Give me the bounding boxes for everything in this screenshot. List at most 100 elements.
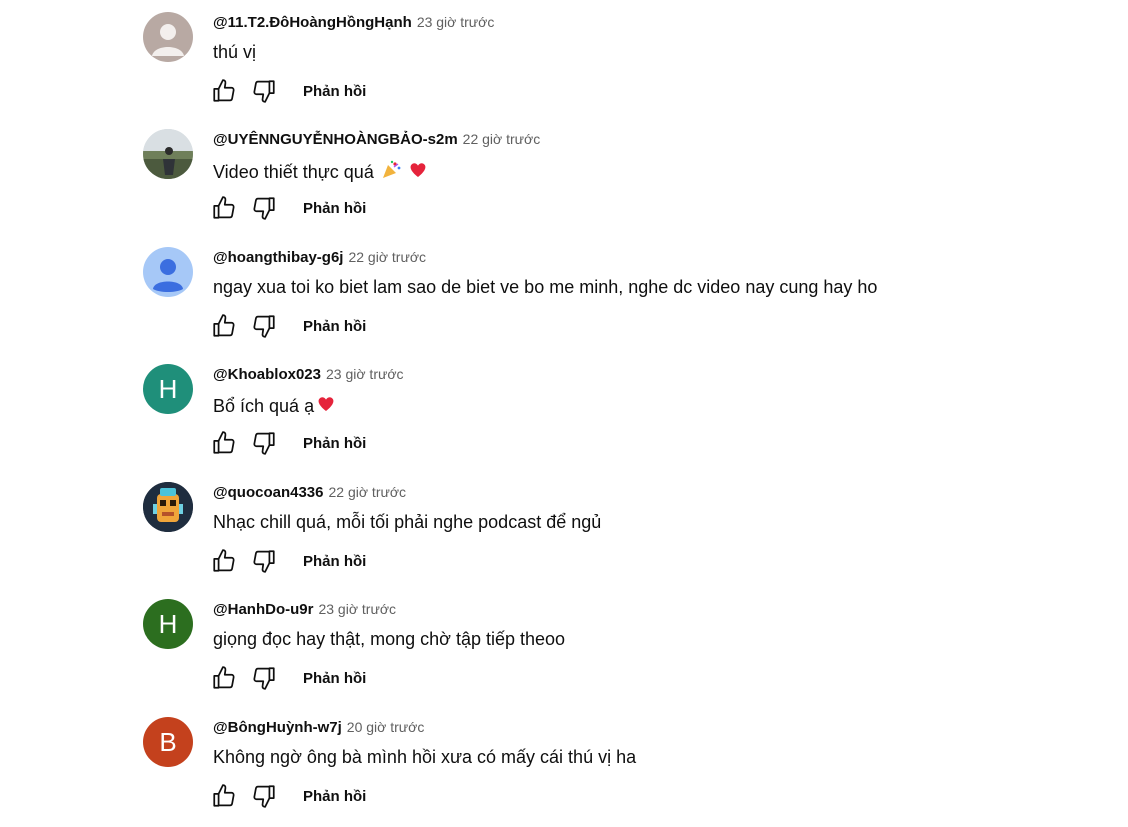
comment-body: thú vị <box>213 42 257 62</box>
like-button[interactable] <box>211 313 237 339</box>
person-icon <box>153 259 183 292</box>
thumbs-up-icon <box>213 196 235 219</box>
comment-body: Bổ ích quá ạ <box>213 396 315 416</box>
party-popper-icon <box>380 159 402 186</box>
comment-author[interactable]: @BôngHuỳnh-w7j <box>213 719 342 736</box>
avatar-letter: H <box>158 373 178 404</box>
reply-button[interactable]: Phản hồi <box>297 551 372 572</box>
comment-text: thú vị <box>213 42 256 63</box>
reply-button[interactable]: Phản hồi <box>297 198 372 219</box>
thumbs-down-icon <box>253 315 275 338</box>
comment-time[interactable]: 23 giờ trước <box>417 14 495 30</box>
avatar[interactable]: B <box>143 717 193 767</box>
person-icon <box>152 24 184 56</box>
dislike-button[interactable] <box>251 430 277 456</box>
avatar[interactable]: H <box>143 599 193 649</box>
comment-actions: Phản hồi <box>211 548 372 574</box>
comment-header: @hoangthibay-g6j 22 giờ trước <box>213 249 426 266</box>
comment-item: @UYÊNNGUYỄNHOÀNGBẢO-s2m 22 giờ trước Vid… <box>143 129 1043 239</box>
comment-actions: Phản hồi <box>211 665 372 691</box>
reply-button[interactable]: Phản hồi <box>297 668 372 689</box>
like-button[interactable] <box>211 78 237 104</box>
dislike-button[interactable] <box>251 195 277 221</box>
comment-header: @11.T2.ĐôHoàngHồngHạnh 23 giờ trước <box>213 14 494 31</box>
reply-button[interactable]: Phản hồi <box>297 786 372 807</box>
thumbs-down-icon <box>253 80 275 103</box>
comment-time[interactable]: 22 giờ trước <box>463 131 541 147</box>
dislike-button[interactable] <box>251 665 277 691</box>
avatar[interactable]: H <box>143 364 193 414</box>
like-button[interactable] <box>211 430 237 456</box>
dislike-button[interactable] <box>251 548 277 574</box>
thumbs-down-icon <box>253 667 275 690</box>
like-button[interactable] <box>211 665 237 691</box>
heart-icon <box>316 394 336 419</box>
thumbs-up-icon <box>213 666 235 689</box>
comment-author[interactable]: @11.T2.ĐôHoàngHồngHạnh <box>213 14 412 31</box>
comment-author[interactable]: @UYÊNNGUYỄNHOÀNGBẢO-s2m <box>213 131 458 148</box>
comment-text: Video thiết thực quá <box>213 159 428 186</box>
comment-header: @quocoan4336 22 giờ trước <box>213 484 406 501</box>
avatar[interactable] <box>143 247 193 297</box>
comment-text: ngay xua toi ko biet lam sao de biet ve … <box>213 277 877 298</box>
comment-header: @Khoablox023 23 giờ trước <box>213 366 404 383</box>
comment-time[interactable]: 22 giờ trước <box>348 249 426 265</box>
avatar-letter: H <box>158 608 178 639</box>
comment-item: @quocoan4336 22 giờ trước Nhạc chill quá… <box>143 482 1043 592</box>
comment-header: @HanhDo-u9r 23 giờ trước <box>213 601 396 618</box>
profile-photo <box>143 129 193 179</box>
comment-author[interactable]: @quocoan4336 <box>213 484 324 501</box>
thumbs-down-icon <box>253 550 275 573</box>
comment-time[interactable]: 23 giờ trước <box>326 366 404 382</box>
thumbs-up-icon <box>213 431 235 454</box>
comment-item: H @Khoablox023 23 giờ trước Bổ ích quá ạ… <box>143 364 1043 474</box>
comment-actions: Phản hồi <box>211 783 372 809</box>
avatar[interactable] <box>143 129 193 179</box>
comment-body: giọng đọc hay thật, mong chờ tập tiếp th… <box>213 629 566 649</box>
comment-actions: Phản hồi <box>211 430 372 456</box>
dislike-button[interactable] <box>251 783 277 809</box>
comment-item: @11.T2.ĐôHoàngHồngHạnh 23 giờ trước thú … <box>143 12 1043 122</box>
comment-author[interactable]: @hoangthibay-g6j <box>213 249 343 266</box>
reply-button[interactable]: Phản hồi <box>297 433 372 454</box>
reply-button[interactable]: Phản hồi <box>297 316 372 337</box>
comment-item: H @HanhDo-u9r 23 giờ trước giọng đọc hay… <box>143 599 1043 709</box>
game-character-avatar <box>143 482 193 532</box>
comment-item: B @BôngHuỳnh-w7j 20 giờ trước Không ngờ … <box>143 717 1043 827</box>
like-button[interactable] <box>211 195 237 221</box>
comment-author[interactable]: @Khoablox023 <box>213 366 321 383</box>
like-button[interactable] <box>211 783 237 809</box>
dislike-button[interactable] <box>251 313 277 339</box>
comment-text: giọng đọc hay thật, mong chờ tập tiếp th… <box>213 629 565 650</box>
avatar[interactable] <box>143 12 193 62</box>
comment-time[interactable]: 20 giờ trước <box>347 719 425 735</box>
thumbs-down-icon <box>253 432 275 455</box>
comment-text: Bổ ích quá ạ <box>213 394 336 419</box>
comment-header: @BôngHuỳnh-w7j 20 giờ trước <box>213 719 424 736</box>
comment-text: Nhạc chill quá, mỗi tối phải nghe podcas… <box>213 512 601 533</box>
dislike-button[interactable] <box>251 78 277 104</box>
avatar[interactable] <box>143 482 193 532</box>
thumbs-down-icon <box>253 197 275 220</box>
thumbs-up-icon <box>213 314 235 337</box>
comment-actions: Phản hồi <box>211 313 372 339</box>
heart-icon <box>408 160 428 185</box>
comment-time[interactable]: 22 giờ trước <box>329 484 407 500</box>
comment-body: Video thiết thực quá <box>213 162 374 182</box>
thumbs-up-icon <box>213 79 235 102</box>
comment-time[interactable]: 23 giờ trước <box>318 601 396 617</box>
comment-body: Nhạc chill quá, mỗi tối phải nghe podcas… <box>213 512 602 532</box>
comment-body: Không ngờ ông bà mình hồi xưa có mấy cái… <box>213 747 637 767</box>
thumbs-up-icon <box>213 549 235 572</box>
comment-body: ngay xua toi ko biet lam sao de biet ve … <box>213 277 878 297</box>
comment-actions: Phản hồi <box>211 78 372 104</box>
thumbs-up-icon <box>213 784 235 807</box>
thumbs-down-icon <box>253 785 275 808</box>
comment-header: @UYÊNNGUYỄNHOÀNGBẢO-s2m 22 giờ trước <box>213 131 540 148</box>
comment-actions: Phản hồi <box>211 195 372 221</box>
comment-author[interactable]: @HanhDo-u9r <box>213 601 313 618</box>
like-button[interactable] <box>211 548 237 574</box>
reply-button[interactable]: Phản hồi <box>297 81 372 102</box>
comment-text: Không ngờ ông bà mình hồi xưa có mấy cái… <box>213 747 636 768</box>
avatar-letter: B <box>159 726 177 757</box>
